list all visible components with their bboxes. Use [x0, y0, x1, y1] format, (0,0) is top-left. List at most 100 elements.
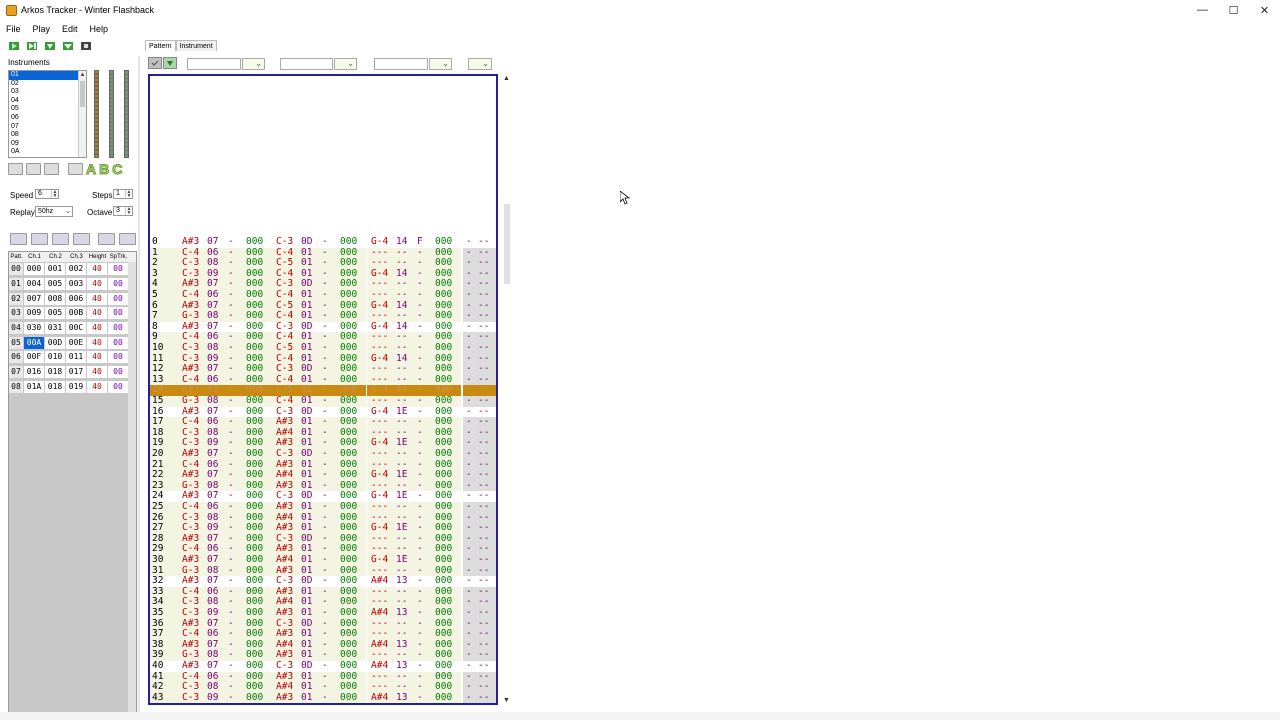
pattern-cell[interactable]: - [322, 554, 328, 566]
pattern-cell[interactable]: - [466, 554, 472, 566]
pattern-cell[interactable]: A#3 [182, 236, 199, 248]
pattern-order-cell[interactable]: 001 [45, 263, 65, 276]
pattern-cell[interactable]: 000 [246, 501, 263, 513]
instrument-item[interactable]: 09 [9, 140, 79, 149]
spinner-arrows-icon[interactable]: ▲ ▼ [125, 207, 132, 216]
pattern-cell[interactable]: 07 [207, 660, 218, 672]
menu-edit[interactable]: Edit [56, 22, 84, 36]
pattern-order-scrollbar[interactable] [128, 262, 136, 715]
pattern-order-cell[interactable]: 008 [45, 292, 65, 305]
channel-2-instrument-select[interactable]: ⌄ [334, 58, 357, 70]
pattern-cell[interactable]: 01 [301, 289, 312, 301]
pattern-cell[interactable]: - [322, 660, 328, 672]
pattern-cell[interactable]: 000 [340, 342, 357, 354]
channel-c-toggle[interactable]: C [112, 162, 123, 177]
pattern-order-cell[interactable]: 00F [24, 351, 44, 364]
pattern-cell[interactable]: 000 [435, 236, 452, 248]
pattern-cell[interactable]: C-3 [276, 448, 293, 460]
pattern-cell[interactable]: 07 [207, 554, 218, 566]
pattern-cell[interactable]: 07 [207, 236, 218, 248]
pattern-order-cell[interactable]: 00A [24, 336, 44, 349]
pattern-cell[interactable]: - [322, 395, 328, 407]
pattern-order-cell[interactable]: 018 [45, 380, 65, 393]
pattern-order-cell[interactable]: 018 [45, 366, 65, 379]
minimize-icon[interactable]: — [1187, 0, 1218, 20]
special-track-select[interactable]: ⌄ [468, 58, 492, 70]
pattern-cell[interactable]: -- [478, 342, 489, 354]
pattern-cell[interactable]: 1E [396, 554, 407, 566]
pattern-cell[interactable]: A#3 [182, 660, 199, 672]
pattern-cell[interactable]: C-3 [276, 660, 293, 672]
pattern-order-cell[interactable]: 009 [24, 307, 44, 320]
play-pattern-button[interactable] [24, 40, 40, 51]
move-down-button[interactable] [119, 233, 136, 245]
spinner-arrows-icon[interactable]: ▲ ▼ [51, 190, 58, 199]
pattern-order-cell[interactable]: 00C [66, 322, 86, 335]
pattern-cell[interactable]: C-4 [182, 289, 199, 301]
menu-file[interactable]: File [0, 22, 27, 36]
insert-position-button[interactable] [31, 233, 48, 245]
pattern-cell[interactable]: - [417, 448, 423, 460]
pattern-order-table[interactable]: Patt. Ch.1 Ch.2 Ch.3 Height SpTrk. 00 000… [8, 251, 137, 716]
scroll-down-icon[interactable]: ▼ [503, 697, 510, 704]
pattern-row[interactable]: 20 A#3 07-000 C-3 0D -000 --- -- -000- -- [150, 448, 496, 460]
instrument-item[interactable]: 03 [9, 88, 79, 97]
pattern-row[interactable]: 10 C-3 08-000 C-5 01-000 --- -- -000- -- [150, 342, 496, 354]
pattern-order-cell[interactable]: 00B [66, 307, 86, 320]
pattern-cell[interactable]: - [417, 554, 423, 566]
pattern-cell[interactable]: - [466, 448, 472, 460]
tab-pattern[interactable]: Pattern [145, 40, 176, 51]
pattern-cell[interactable]: 000 [340, 448, 357, 460]
pattern-cell[interactable]: - [228, 448, 234, 460]
play-line-button[interactable] [42, 40, 58, 51]
pattern-order-cell[interactable]: 06 [9, 351, 23, 364]
pattern-cell[interactable]: -- [396, 342, 407, 354]
play-song-button[interactable] [6, 40, 22, 51]
delete-position-button[interactable] [52, 233, 69, 245]
pattern-cell[interactable]: - [228, 607, 234, 619]
pattern-cell[interactable]: 08 [207, 395, 218, 407]
pattern-cell[interactable]: C-3 [182, 692, 199, 703]
instrument-item[interactable]: 08 [9, 131, 79, 140]
pattern-cell[interactable]: - [228, 692, 234, 703]
pattern-cell[interactable]: 01 [301, 607, 312, 619]
instrument-list[interactable]: 01 02 03 04 05 06 07 08 09 0A ▲ [8, 70, 87, 158]
pattern-cell[interactable]: --- [371, 501, 388, 513]
pattern-order-cell[interactable]: 003 [66, 278, 86, 291]
pattern-cell[interactable]: - [466, 395, 472, 407]
pattern-cell[interactable]: -- [396, 289, 407, 301]
clone-position-button[interactable] [73, 233, 90, 245]
pattern-order-cell[interactable]: 01A [24, 380, 44, 393]
pattern-cell[interactable]: G-4 [371, 554, 388, 566]
pattern-cell[interactable]: -- [396, 501, 407, 513]
pattern-cell[interactable]: - [466, 607, 472, 619]
pattern-order-row[interactable]: 06 00F 010 011 40 00 [9, 350, 136, 365]
pattern-cell[interactable]: - [417, 660, 423, 672]
pattern-order-cell[interactable]: 010 [45, 351, 65, 364]
pattern-order-cell[interactable]: 40 [87, 322, 107, 335]
pattern-cell[interactable]: -- [396, 395, 407, 407]
pattern-order-row[interactable]: 04 030 031 00C 40 00 [9, 321, 136, 336]
play-from-cursor-button[interactable] [60, 40, 76, 51]
pattern-cell[interactable]: 000 [340, 501, 357, 513]
pattern-cell[interactable]: -- [478, 395, 489, 407]
pattern-cell[interactable]: - [228, 342, 234, 354]
copy-instrument-button[interactable] [44, 163, 59, 175]
pattern-order-cell[interactable]: 03 [9, 307, 23, 320]
pattern-cell[interactable]: C-3 [182, 607, 199, 619]
pattern-cell[interactable]: 000 [246, 692, 263, 703]
pattern-order-row[interactable]: 00 000 001 002 40 00 [9, 262, 136, 277]
pattern-cell[interactable]: - [417, 289, 423, 301]
pattern-cell[interactable]: - [417, 692, 423, 703]
pattern-order-cell[interactable]: 00 [108, 380, 128, 393]
pattern-cell[interactable]: - [322, 342, 328, 354]
pattern-cell[interactable]: -- [478, 448, 489, 460]
pattern-cell[interactable]: C-4 [182, 501, 199, 513]
pattern-cell[interactable]: 000 [246, 342, 263, 354]
pattern-cell[interactable]: 0D [301, 448, 312, 460]
pattern-cell[interactable]: 000 [340, 395, 357, 407]
pattern-cell[interactable]: -- [478, 692, 489, 703]
pattern-cell[interactable]: A#3 [276, 607, 293, 619]
speed-spinner[interactable]: 6 ▲ ▼ [35, 189, 59, 199]
pattern-cell[interactable]: --- [371, 342, 388, 354]
